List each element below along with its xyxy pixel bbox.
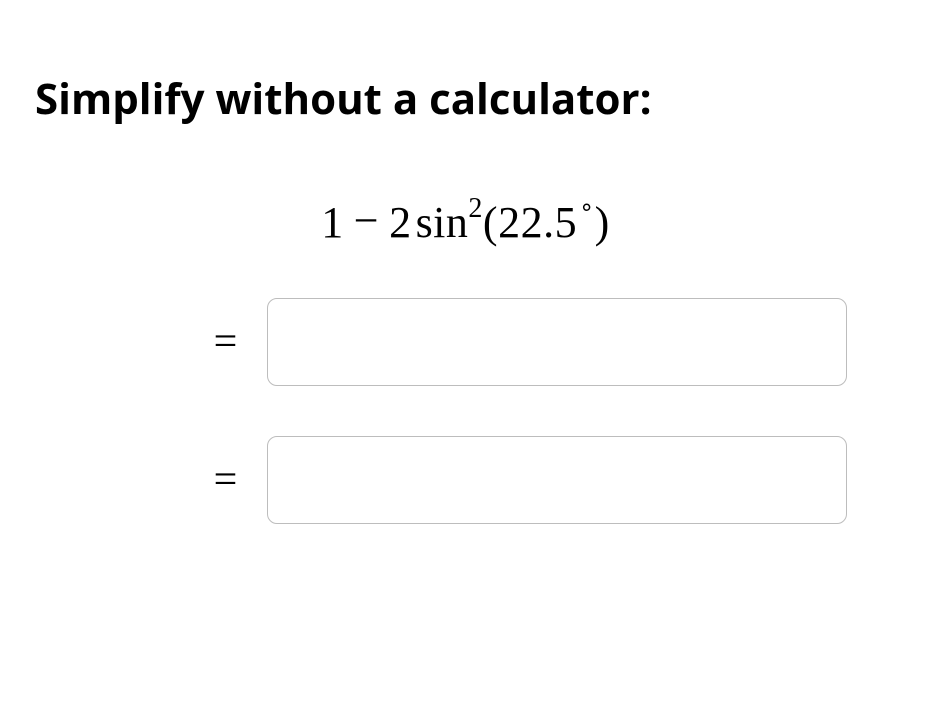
answer-row-2: = [214,436,848,524]
expr-func: sin [416,198,469,247]
expression: 1−2sin2(22.5∘) [321,197,610,248]
answers-wrap: = = [214,298,848,524]
expr-leading: 1 [321,198,344,247]
answer-input-2[interactable] [267,436,847,524]
answer-input-1[interactable] [267,298,847,386]
math-area: 1−2sin2(22.5∘) = = [35,197,896,524]
expr-angle: 22.5 [498,198,577,247]
equals-sign-2: = [214,456,238,504]
question-heading: Simplify without a calculator: [35,70,896,127]
expr-exponent: 2 [468,193,483,224]
answer-row-1: = [214,298,848,386]
expr-open-paren: ( [483,198,498,247]
expr-minus: − [354,195,379,246]
expr-coeff: 2 [389,198,412,247]
expr-degree: ∘ [579,195,595,221]
equals-sign-1: = [214,318,238,366]
expr-close-paren: ) [595,198,610,247]
